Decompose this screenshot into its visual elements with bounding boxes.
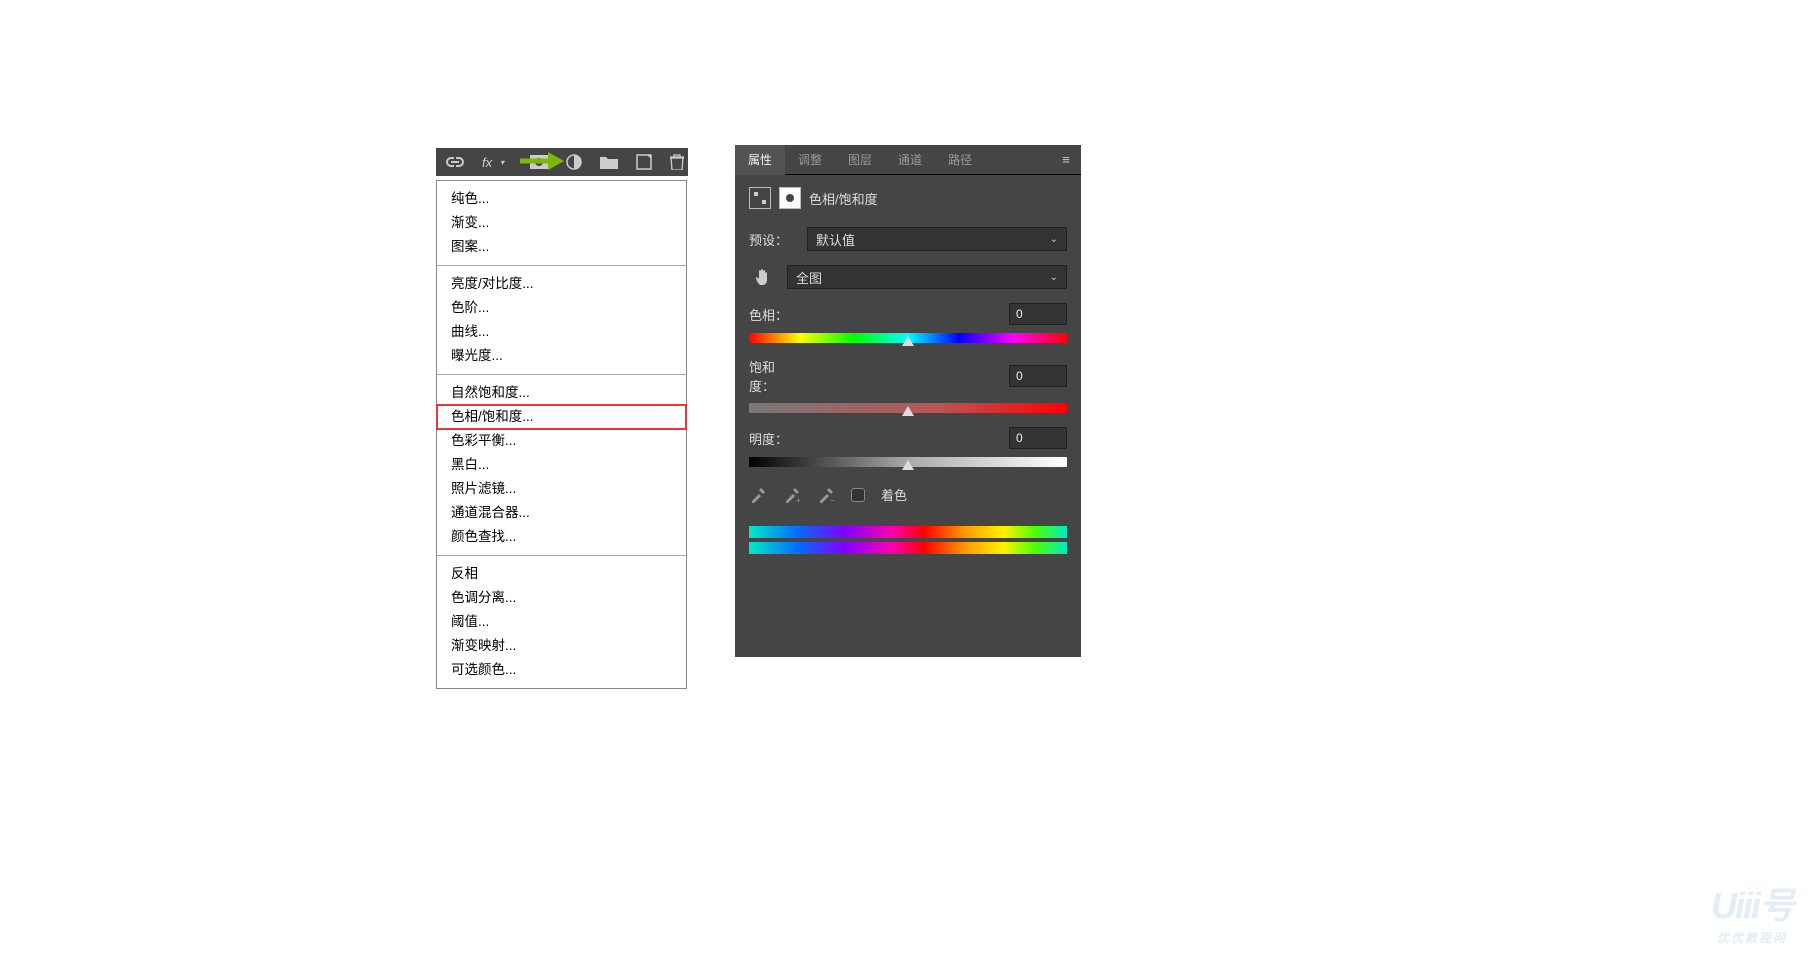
slider-track[interactable] (749, 457, 1067, 467)
menu-item[interactable]: 通道混合器... (437, 501, 686, 525)
panel-menu-icon[interactable]: ≡ (1051, 152, 1081, 167)
slider-track[interactable] (749, 333, 1067, 343)
tab[interactable]: 路径 (935, 145, 985, 175)
preset-select[interactable]: 默认值 ⌄ (807, 227, 1067, 251)
menu-item[interactable]: 亮度/对比度... (437, 272, 686, 296)
panel-tabs: 属性调整图层通道路径 ≡ (735, 145, 1081, 175)
menu-item[interactable]: 反相 (437, 562, 686, 586)
menu-item[interactable]: 色阶... (437, 296, 686, 320)
slider-value-input[interactable]: 0 (1009, 427, 1067, 449)
fx-icon[interactable]: fx▾ (482, 152, 512, 172)
eyedropper-plus-icon[interactable]: + (783, 486, 801, 504)
svg-text:+: + (796, 496, 801, 504)
eyedropper-minus-icon[interactable]: − (817, 486, 835, 504)
tab[interactable]: 通道 (885, 145, 935, 175)
slider-thumb[interactable] (902, 336, 914, 346)
menu-item[interactable]: 渐变... (437, 211, 686, 235)
slider-value-input[interactable]: 0 (1009, 365, 1067, 387)
mask-thumbnail-icon (779, 187, 801, 209)
colorize-label: 着色 (881, 485, 907, 504)
color-range-select[interactable]: 全图 ⌄ (787, 265, 1067, 289)
menu-item[interactable]: 曝光度... (437, 344, 686, 368)
colorize-checkbox[interactable] (851, 488, 865, 502)
watermark-logo: Uiii号 (1711, 877, 1793, 929)
svg-text:−: − (830, 496, 835, 504)
adjustment-panel-icon (749, 187, 771, 209)
chevron-down-icon: ⌄ (1050, 272, 1058, 283)
chevron-down-icon: ⌄ (1050, 234, 1058, 245)
menu-item[interactable]: 渐变映射... (437, 634, 686, 658)
menu-item[interactable]: 阈值... (437, 610, 686, 634)
menu-item[interactable]: 色相/饱和度... (437, 405, 686, 429)
preset-label: 预设： (749, 230, 797, 249)
menu-item[interactable]: 色彩平衡... (437, 429, 686, 453)
menu-item[interactable]: 可选颜色... (437, 658, 686, 682)
slider-thumb[interactable] (902, 460, 914, 470)
properties-panel: 属性调整图层通道路径 ≡ 色相/饱和度 预设： 默认值 ⌄ 全图 ⌄ (735, 145, 1081, 657)
scrubby-hand-icon[interactable] (749, 267, 777, 287)
menu-item[interactable]: 纯色... (437, 187, 686, 211)
adjustment-layer-menu: 纯色...渐变...图案... 亮度/对比度...色阶...曲线...曝光度...… (436, 180, 687, 689)
eyedropper-icon[interactable] (749, 486, 767, 504)
menu-item[interactable]: 自然饱和度... (437, 381, 686, 405)
tab[interactable]: 调整 (785, 145, 835, 175)
slider-label: 色相： (749, 305, 797, 324)
link-icon[interactable] (446, 152, 464, 172)
tab[interactable]: 属性 (735, 145, 785, 175)
mask-icon[interactable] (530, 152, 548, 172)
watermark-text: 优优教程网 (1711, 929, 1793, 946)
input-spectrum (749, 526, 1067, 538)
slider-label: 明度： (749, 429, 797, 448)
watermark: Uiii号 优优教程网 (1711, 877, 1793, 946)
menu-item[interactable]: 图案... (437, 235, 686, 259)
slider-value-input[interactable]: 0 (1009, 303, 1067, 325)
panel-title: 色相/饱和度 (809, 189, 878, 208)
adjustment-layer-icon[interactable] (566, 152, 582, 172)
trash-icon[interactable] (670, 152, 684, 172)
slider-track[interactable] (749, 403, 1067, 413)
slider-thumb[interactable] (902, 406, 914, 416)
folder-icon[interactable] (600, 152, 618, 172)
preset-value: 默认值 (816, 230, 855, 249)
range-value: 全图 (796, 268, 822, 287)
tab[interactable]: 图层 (835, 145, 885, 175)
layer-panel-toolbar: fx▾ (436, 148, 688, 176)
menu-item[interactable]: 颜色查找... (437, 525, 686, 549)
slider-label: 饱和度： (749, 357, 797, 395)
new-layer-icon[interactable] (636, 152, 652, 172)
output-spectrum (749, 542, 1067, 554)
menu-item[interactable]: 照片滤镜... (437, 477, 686, 501)
menu-item[interactable]: 色调分离... (437, 586, 686, 610)
menu-item[interactable]: 曲线... (437, 320, 686, 344)
menu-item[interactable]: 黑白... (437, 453, 686, 477)
